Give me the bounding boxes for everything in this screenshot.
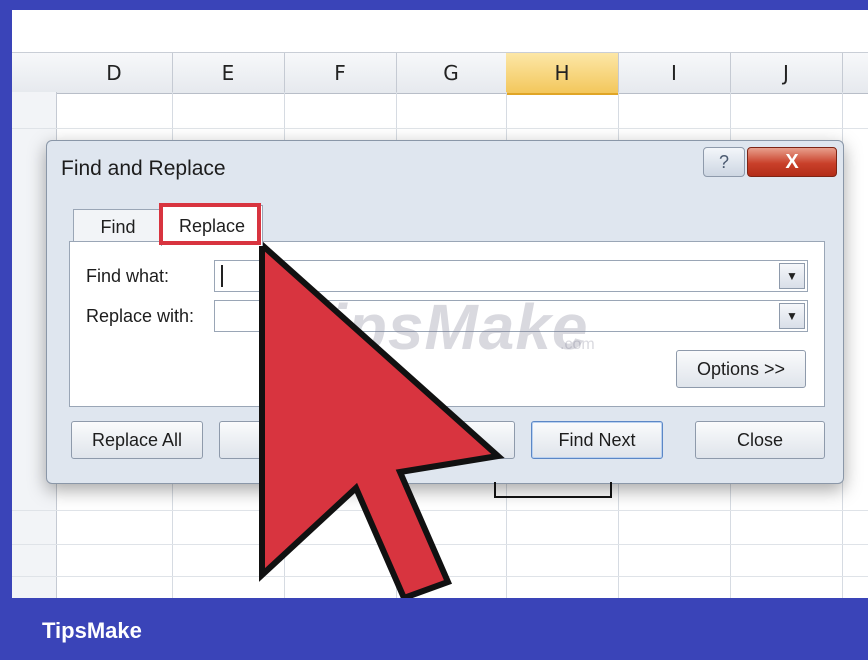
pointer-arrow-icon [259,238,505,602]
brand-logo-text: TipsMake [42,618,142,643]
replace-tab-highlight [159,203,261,245]
